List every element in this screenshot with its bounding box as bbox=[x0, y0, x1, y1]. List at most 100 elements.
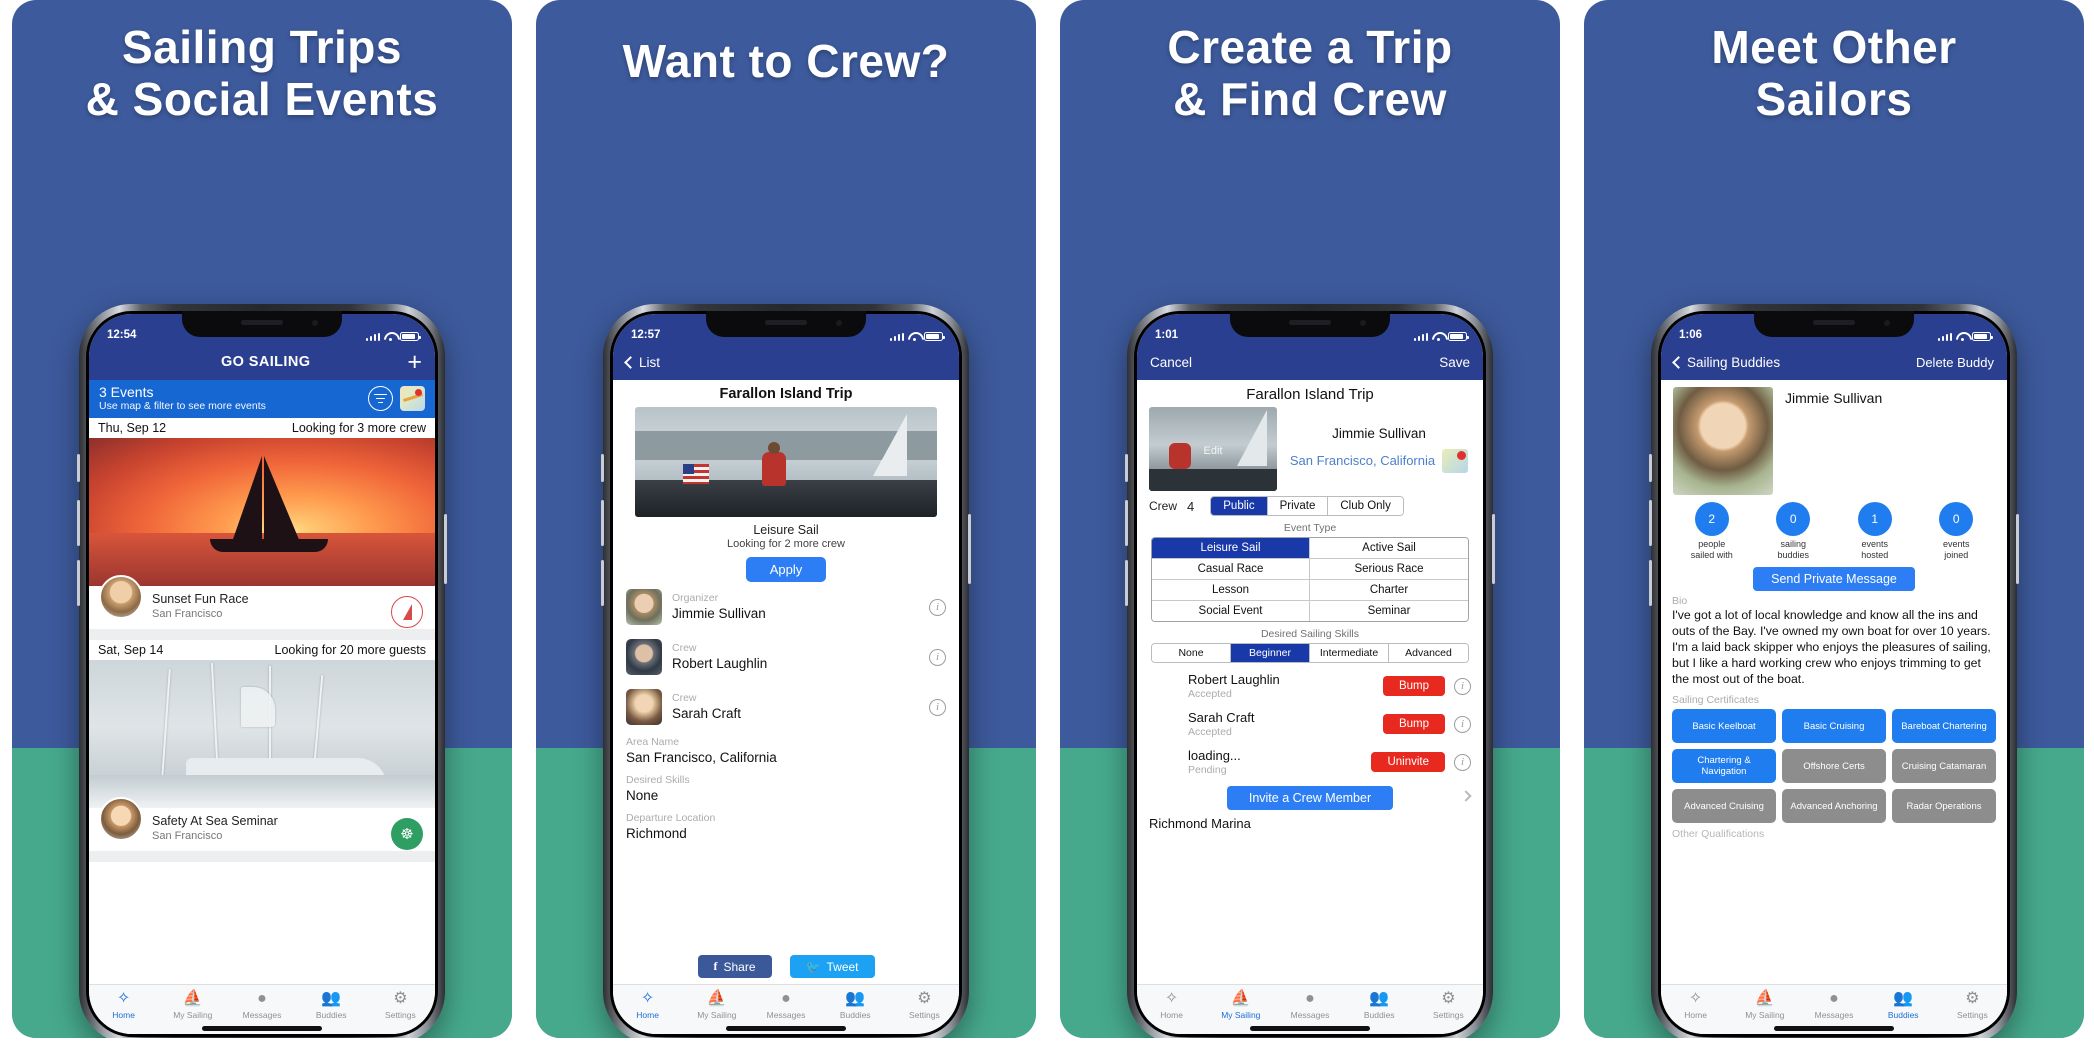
facebook-share-button[interactable]: f Share bbox=[697, 955, 772, 978]
stat-events-hosted: 1 events hosted bbox=[1846, 502, 1904, 561]
home-indicator[interactable] bbox=[1774, 1026, 1894, 1031]
home-indicator[interactable] bbox=[1250, 1026, 1370, 1031]
trip-photo[interactable]: Edit bbox=[1149, 407, 1277, 491]
info-icon[interactable]: i bbox=[1454, 715, 1471, 733]
cancel-button[interactable]: Cancel bbox=[1150, 355, 1192, 370]
info-icon[interactable]: i bbox=[929, 598, 946, 616]
home-indicator[interactable] bbox=[202, 1026, 322, 1031]
person-row[interactable]: Organizer Jimmie Sullivan i bbox=[613, 582, 959, 632]
tab-home[interactable]: ✧ Home bbox=[1137, 985, 1206, 1024]
privacy-option-private[interactable]: Private bbox=[1267, 497, 1329, 515]
apply-button[interactable]: Apply bbox=[745, 557, 827, 582]
person-row[interactable]: Crew Robert Laughlin i bbox=[613, 632, 959, 682]
tab-my-sailing[interactable]: ⛵ My Sailing bbox=[1206, 985, 1275, 1024]
privacy-option-public[interactable]: Public bbox=[1211, 497, 1268, 515]
tab-my-sailing[interactable]: ⛵ My Sailing bbox=[158, 985, 227, 1024]
skill-beginner[interactable]: Beginner bbox=[1231, 644, 1310, 662]
event-photo[interactable] bbox=[89, 438, 435, 586]
info-icon[interactable]: i bbox=[1454, 753, 1471, 771]
event-type-social-event[interactable]: Social Event bbox=[1152, 601, 1310, 621]
privacy-option-club-only[interactable]: Club Only bbox=[1328, 497, 1403, 515]
map-pin-icon[interactable] bbox=[1442, 448, 1469, 473]
event-type-leisure-sail[interactable]: Leisure Sail bbox=[1152, 538, 1310, 559]
trip-title: Farallon Island Trip bbox=[1246, 386, 1374, 403]
tab-messages[interactable]: ● Messages bbox=[1275, 985, 1344, 1024]
person-row[interactable]: Crew Sarah Craft i bbox=[613, 682, 959, 732]
bump-button[interactable]: Bump bbox=[1382, 676, 1445, 696]
certificates-grid: Basic Keelboat Basic Cruising Bareboat C… bbox=[1661, 709, 2007, 823]
back-button[interactable]: Sailing Buddies bbox=[1672, 355, 1780, 370]
certificate-bareboat-chartering[interactable]: Bareboat Chartering bbox=[1892, 709, 1996, 743]
stat-caption: people sailed with bbox=[1690, 539, 1733, 560]
tab-settings[interactable]: ⚙ Settings bbox=[1414, 985, 1483, 1024]
event-type-serious-race[interactable]: Serious Race bbox=[1310, 559, 1468, 580]
certificate-advanced-anchoring[interactable]: Advanced Anchoring bbox=[1782, 789, 1886, 823]
skill-advanced[interactable]: Advanced bbox=[1389, 644, 1468, 662]
event-card-footer[interactable]: Safety At Sea Seminar San Francisco ☸ bbox=[89, 796, 435, 851]
crew-count[interactable]: 4 bbox=[1187, 499, 1194, 514]
add-event-button[interactable]: + bbox=[407, 350, 422, 375]
bump-button[interactable]: Bump bbox=[1382, 714, 1445, 734]
certificate-offshore-certs[interactable]: Offshore Certs bbox=[1782, 749, 1886, 783]
event-type-lesson[interactable]: Lesson bbox=[1152, 580, 1310, 601]
invite-crew-member-button[interactable]: Invite a Crew Member bbox=[1226, 786, 1394, 810]
edit-photo-label[interactable]: Edit bbox=[1204, 445, 1223, 457]
trip-photo[interactable] bbox=[635, 407, 937, 517]
signal-icon bbox=[889, 332, 904, 341]
event-photo[interactable] bbox=[89, 660, 435, 808]
info-icon[interactable]: i bbox=[929, 648, 946, 666]
tab-buddies[interactable]: 👥 Buddies bbox=[1869, 985, 1938, 1024]
certificate-basic-keelboat[interactable]: Basic Keelboat bbox=[1672, 709, 1776, 743]
skill-none[interactable]: None bbox=[1152, 644, 1231, 662]
uninvite-button[interactable]: Uninvite bbox=[1371, 752, 1445, 772]
send-private-message-button[interactable]: Send Private Message bbox=[1753, 567, 1915, 591]
certificate-radar-operations[interactable]: Radar Operations bbox=[1892, 789, 1996, 823]
event-card-footer[interactable]: Sunset Fun Race San Francisco bbox=[89, 574, 435, 629]
panel-1: Sailing Trips & Social Events 12:54 GO S… bbox=[12, 0, 512, 1038]
tab-settings[interactable]: ⚙ Settings bbox=[890, 985, 959, 1024]
tab-home[interactable]: ✧ Home bbox=[89, 985, 158, 1024]
panel-2: Want to Crew? 12:57 List Farallon Island… bbox=[536, 0, 1036, 1038]
tab-settings[interactable]: ⚙ Settings bbox=[366, 985, 435, 1024]
skill-intermediate[interactable]: Intermediate bbox=[1310, 644, 1389, 662]
skills-segmented-control: None Beginner Intermediate Advanced bbox=[1151, 643, 1469, 663]
info-icon[interactable]: i bbox=[1454, 677, 1471, 695]
tab-settings[interactable]: ⚙ Settings bbox=[1938, 985, 2007, 1024]
stat-events-joined: 0 events joined bbox=[1927, 502, 1985, 561]
save-button[interactable]: Save bbox=[1439, 355, 1470, 370]
event-type-active-sail[interactable]: Active Sail bbox=[1310, 538, 1468, 559]
tab-home[interactable]: ✧ Home bbox=[1661, 985, 1730, 1024]
tab-home[interactable]: ✧ Home bbox=[613, 985, 682, 1024]
filter-icon[interactable] bbox=[368, 386, 393, 411]
tab-my-sailing[interactable]: ⛵ My Sailing bbox=[1730, 985, 1799, 1024]
privacy-segmented-control: Public Private Club Only bbox=[1210, 496, 1404, 516]
headline-line-2: & Social Events bbox=[85, 72, 439, 125]
certificate-basic-cruising[interactable]: Basic Cruising bbox=[1782, 709, 1886, 743]
certificate-chartering-navigation[interactable]: Chartering & Navigation bbox=[1672, 749, 1776, 783]
tab-messages[interactable]: ● Messages bbox=[227, 985, 296, 1024]
event-type-seminar[interactable]: Seminar bbox=[1310, 601, 1468, 621]
map-icon[interactable] bbox=[400, 386, 425, 411]
tab-buddies[interactable]: 👥 Buddies bbox=[297, 985, 366, 1024]
applicant-row: Sarah Craft Accepted Bump i bbox=[1137, 705, 1483, 743]
tab-my-sailing[interactable]: ⛵ My Sailing bbox=[682, 985, 751, 1024]
tab-buddies[interactable]: 👥 Buddies bbox=[821, 985, 890, 1024]
home-indicator[interactable] bbox=[726, 1026, 846, 1031]
event-type-charter[interactable]: Charter bbox=[1310, 580, 1468, 601]
compass-icon: ✧ bbox=[640, 989, 655, 1007]
twitter-share-button[interactable]: 🐦 Tweet bbox=[789, 955, 875, 978]
tab-messages[interactable]: ● Messages bbox=[1799, 985, 1868, 1024]
tab-buddies[interactable]: 👥 Buddies bbox=[1345, 985, 1414, 1024]
tab-messages[interactable]: ● Messages bbox=[751, 985, 820, 1024]
certificate-cruising-catamaran[interactable]: Cruising Catamaran bbox=[1892, 749, 1996, 783]
delete-buddy-button[interactable]: Delete Buddy bbox=[1916, 355, 1994, 370]
trip-owner: Jimmie Sullivan bbox=[1332, 425, 1426, 441]
info-icon[interactable]: i bbox=[929, 698, 946, 716]
back-button[interactable]: List bbox=[624, 355, 660, 370]
profile-photo[interactable] bbox=[1673, 387, 1773, 495]
phone-mockup-2: 12:57 List Farallon Island Trip Leisure … bbox=[601, 304, 971, 1038]
event-type-casual-race[interactable]: Casual Race bbox=[1152, 559, 1310, 580]
field-desired-skills: Desired Skills None bbox=[613, 770, 959, 808]
certificate-advanced-cruising[interactable]: Advanced Cruising bbox=[1672, 789, 1776, 823]
trip-location[interactable]: San Francisco, California bbox=[1290, 453, 1435, 469]
